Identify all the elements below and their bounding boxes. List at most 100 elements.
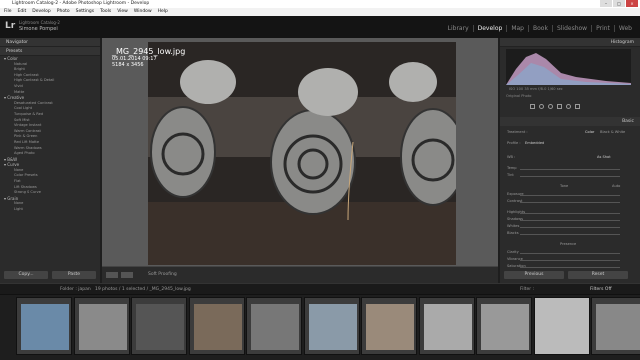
profile-label: Profile : xyxy=(507,141,521,145)
wb-select[interactable]: As Shot xyxy=(597,155,611,159)
auto-button[interactable]: Auto xyxy=(612,184,620,188)
module-print[interactable]: Print xyxy=(592,25,615,32)
shadows-slider[interactable] xyxy=(520,220,620,221)
clarity-label: Clarity xyxy=(507,250,519,254)
whites-slider[interactable] xyxy=(520,227,620,228)
compare-view-icon[interactable] xyxy=(121,272,133,278)
temp-slider[interactable] xyxy=(520,169,620,170)
blacks-slider[interactable] xyxy=(520,234,620,235)
graduated-filter-icon[interactable] xyxy=(557,104,562,109)
thumbnail-image xyxy=(136,304,184,350)
reset-button[interactable]: Reset xyxy=(568,271,628,279)
menu-photo[interactable]: Photo xyxy=(57,8,70,16)
tone-label: Tone xyxy=(560,184,569,188)
filmstrip-thumbnail[interactable] xyxy=(303,297,360,355)
contrast-slider[interactable] xyxy=(520,202,620,203)
histogram-header[interactable]: Histogram xyxy=(500,38,640,47)
blacks-label: Blacks xyxy=(507,231,519,235)
red-eye-icon[interactable] xyxy=(548,104,553,109)
roof-tiles-image xyxy=(148,42,456,265)
module-book[interactable]: Book xyxy=(529,25,553,32)
left-panel: Navigator Presets ▾ Color Natural Bright Hi… xyxy=(0,38,100,283)
filmstrip-thumbnail[interactable] xyxy=(591,297,640,355)
wb-label: WB : xyxy=(507,155,516,159)
highlights-slider[interactable] xyxy=(520,213,620,214)
copy-button[interactable]: Copy... xyxy=(4,271,48,279)
histogram-graph xyxy=(506,53,631,85)
toolbar: Soft Proofing xyxy=(102,266,498,283)
module-slideshow[interactable]: Slideshow xyxy=(553,25,593,32)
profile-select[interactable]: Embedded xyxy=(525,141,544,145)
whites-label: Whites xyxy=(507,224,520,228)
window-title-bar: Lightroom Catalog-2 - Adobe Photoshop Li… xyxy=(0,0,640,8)
paste-button[interactable]: Paste xyxy=(52,271,96,279)
temp-label: Temp xyxy=(507,166,517,170)
filmstrip-thumbnail[interactable] xyxy=(418,297,475,355)
basic-header[interactable]: Basic xyxy=(500,117,640,126)
original-photo-checkbox[interactable]: Original Photo xyxy=(506,94,531,98)
window-title: Lightroom Catalog-2 - Adobe Photoshop Li… xyxy=(12,1,150,6)
photo-info-overlay: _MG_2945_low.jpg 05.01.2014 09:17 5184 x… xyxy=(112,47,185,68)
maximize-button[interactable]: □ xyxy=(613,0,625,7)
thumbnail-image xyxy=(538,304,587,350)
lightroom-logo: Lr xyxy=(5,21,16,31)
thumbnail-image xyxy=(193,304,242,350)
module-map[interactable]: Map xyxy=(507,25,529,32)
thumbnail-image xyxy=(423,304,472,350)
saturation-slider[interactable] xyxy=(520,267,620,268)
thumbnail-image xyxy=(21,304,69,350)
filmstrip-thumbnail[interactable] xyxy=(16,297,72,355)
crop-icon[interactable] xyxy=(530,104,535,109)
tint-slider[interactable] xyxy=(520,176,620,177)
menu-develop[interactable]: Develop xyxy=(32,8,51,16)
treatment-color[interactable]: Color xyxy=(585,130,594,134)
filmstrip-thumbnail[interactable] xyxy=(476,297,532,355)
thumbnail-image xyxy=(308,304,357,350)
spot-removal-icon[interactable] xyxy=(539,104,544,109)
filmstrip-thumbnail[interactable] xyxy=(188,297,245,355)
thumbnail-image xyxy=(251,304,299,350)
histogram xyxy=(506,49,631,85)
module-library[interactable]: Library xyxy=(444,25,474,32)
user-name: Simone Pompei xyxy=(19,26,58,32)
previous-button[interactable]: Previous xyxy=(504,271,564,279)
filmstrip-thumbnail[interactable] xyxy=(533,297,590,355)
filmstrip-thumbnail[interactable] xyxy=(73,297,130,355)
view-toggle-icon[interactable] xyxy=(106,272,118,278)
filmstrip-thumbnail[interactable] xyxy=(246,297,302,355)
menu-tools[interactable]: Tools xyxy=(100,8,111,16)
presence-label: Presence xyxy=(560,242,577,246)
module-web[interactable]: Web xyxy=(615,25,636,32)
minimize-button[interactable]: – xyxy=(600,0,612,7)
thumbnail-image xyxy=(596,304,640,350)
main-photo[interactable] xyxy=(148,42,456,265)
module-picker: Library Develop Map Book Slideshow Print Web xyxy=(444,25,636,32)
menu-view[interactable]: View xyxy=(117,8,128,16)
radial-filter-icon[interactable] xyxy=(566,104,571,109)
presets-tree: ▾ Color Natural Bright High Contrast High Co… xyxy=(0,56,100,213)
filmstrip-thumbnail[interactable] xyxy=(361,297,417,355)
thumbnail-image xyxy=(78,304,127,350)
thumbnail-image xyxy=(366,304,414,350)
preset-item[interactable]: Light xyxy=(4,207,100,213)
filmstrip-thumbnail[interactable] xyxy=(131,297,187,355)
close-button[interactable]: × xyxy=(626,0,638,7)
treatment-bw[interactable]: Black & White xyxy=(600,130,625,134)
presets-header[interactable]: Presets xyxy=(0,47,100,56)
thumbnail-image xyxy=(481,304,529,350)
navigator-header[interactable]: Navigator xyxy=(0,38,100,47)
menu-window[interactable]: Window xyxy=(134,8,152,16)
filmstrip-bar: Folder : japan 19 photos / 1 selected / … xyxy=(0,283,640,294)
menu-settings[interactable]: Settings xyxy=(76,8,94,16)
photo-filename: _MG_2945_low.jpg xyxy=(112,47,186,56)
clarity-slider[interactable] xyxy=(520,253,620,254)
soft-proofing-toggle[interactable]: Soft Proofing xyxy=(148,272,177,277)
vibrance-slider[interactable] xyxy=(520,260,620,261)
menu-edit[interactable]: Edit xyxy=(18,8,27,16)
menu-file[interactable]: File xyxy=(4,8,12,16)
exposure-slider[interactable] xyxy=(520,195,620,196)
brush-icon[interactable] xyxy=(575,104,580,109)
menu-help[interactable]: Help xyxy=(158,8,168,16)
photo-dimensions: 5184 x 3456 xyxy=(112,62,144,68)
module-develop[interactable]: Develop xyxy=(474,25,508,32)
